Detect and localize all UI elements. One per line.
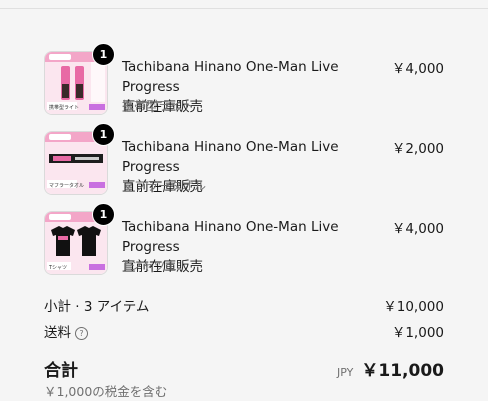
- quantity-badge: 1: [92, 123, 115, 146]
- product-thumbnail: Tシャツ 1: [44, 203, 115, 275]
- shipping-value: ￥1,000: [391, 325, 444, 341]
- help-icon[interactable]: ?: [75, 327, 88, 340]
- product-thumbnail: マフラータオル 1: [44, 123, 115, 195]
- total-amount: JPY ￥11,000: [337, 356, 444, 381]
- subtotal-label: 小計 · 3 アイテム: [44, 299, 150, 315]
- line-item: マフラータオル 1 Tachibana Hinano One-Man Live …: [44, 123, 444, 195]
- tax-note: ￥1,000の税金を含む: [44, 384, 168, 399]
- subtotal-row: 小計 · 3 アイテム ￥10,000: [44, 295, 444, 315]
- item-variant: Tシャツ L: [122, 259, 176, 273]
- subtotal-value: ￥10,000: [383, 299, 444, 315]
- svg-text:Tシャツ: Tシャツ: [48, 265, 67, 271]
- line-item: Tシャツ 1 Tachibana Hinano One-Man Live Pro…: [44, 203, 444, 275]
- line-item: 携帯型ライト 1 Tachibana Hinano One-Man Live P…: [44, 43, 444, 115]
- total-value: ￥11,000: [361, 361, 444, 381]
- item-price: ￥2,000: [391, 141, 444, 157]
- item-price: ￥4,000: [391, 61, 444, 77]
- order-summary: 携帯型ライト 1 Tachibana Hinano One-Man Live P…: [0, 9, 488, 401]
- quantity-badge: 1: [92, 43, 115, 66]
- product-thumbnail: 携帯型ライト 1: [44, 43, 115, 115]
- quantity-badge: 1: [92, 203, 115, 226]
- shipping-row: 送料? ￥1,000: [44, 321, 444, 341]
- item-variant: 携帯型ライト: [122, 99, 195, 113]
- item-variant: マフラータオル: [122, 179, 207, 193]
- svg-text:マフラータオル: マフラータオル: [49, 182, 84, 189]
- total-label: 合計: [44, 361, 78, 381]
- item-price: ￥4,000: [391, 221, 444, 237]
- svg-text:携帯型ライト: 携帯型ライト: [49, 104, 79, 111]
- shipping-label: 送料: [44, 325, 71, 341]
- currency-code: JPY: [337, 366, 354, 379]
